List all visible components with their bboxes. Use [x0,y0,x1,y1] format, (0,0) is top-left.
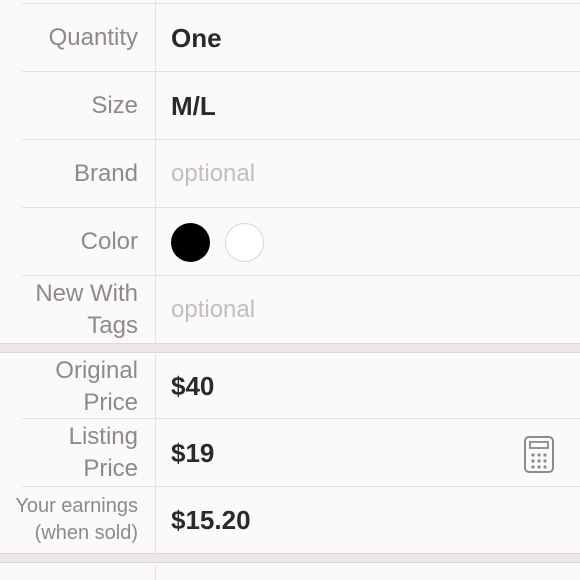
earnings-row: Your earnings (when sold) $15.20 [0,487,580,553]
quantity-row[interactable]: Quantity One [0,4,580,72]
color-swatches [171,208,279,276]
color-swatch-black[interactable] [171,222,210,262]
size-label: Size [91,92,138,119]
column-divider [155,564,156,580]
section-divider [0,343,580,353]
new-with-tags-input[interactable]: optional [171,276,255,344]
size-value[interactable]: M/L [171,72,216,140]
original-price-value[interactable]: $40 [171,354,214,419]
listing-details-form: Quantity One Size M/L Brand optional Col… [0,0,580,580]
color-label: Color [80,228,138,255]
calculator-icon[interactable] [524,436,554,473]
original-price-row[interactable]: Original Price $40 [0,354,580,419]
brand-label: Brand [73,160,138,187]
earnings-value: $15.20 [171,504,251,535]
label-line: (when sold) [34,522,138,544]
label-line: Price [83,455,138,482]
listing-price-label: Listing Price [0,419,138,487]
new-with-tags-label: New With Tags [0,276,138,344]
label-line: Price [83,388,138,416]
label-line: Your earnings [15,495,138,517]
color-row[interactable]: Color [0,208,580,276]
listing-price-row[interactable]: Listing Price $19 [0,419,580,487]
original-price-label: Original Price [0,354,138,419]
quantity-value[interactable]: One [171,4,222,72]
color-swatch-white[interactable] [225,222,264,262]
brand-input[interactable]: optional [171,140,255,208]
label-line: Tags [87,312,138,339]
label-line: Listing [68,423,138,450]
section-divider [0,553,580,563]
label-line: New With [35,280,138,307]
earnings-label: Your earnings (when sold) [0,487,138,553]
size-row[interactable]: Size M/L [0,72,580,140]
label-line: Original [55,356,138,384]
brand-row[interactable]: Brand optional [0,140,580,208]
quantity-label: Quantity [48,24,138,51]
listing-price-value[interactable]: $19 [171,419,214,487]
new-with-tags-row[interactable]: New With Tags optional [0,276,580,344]
